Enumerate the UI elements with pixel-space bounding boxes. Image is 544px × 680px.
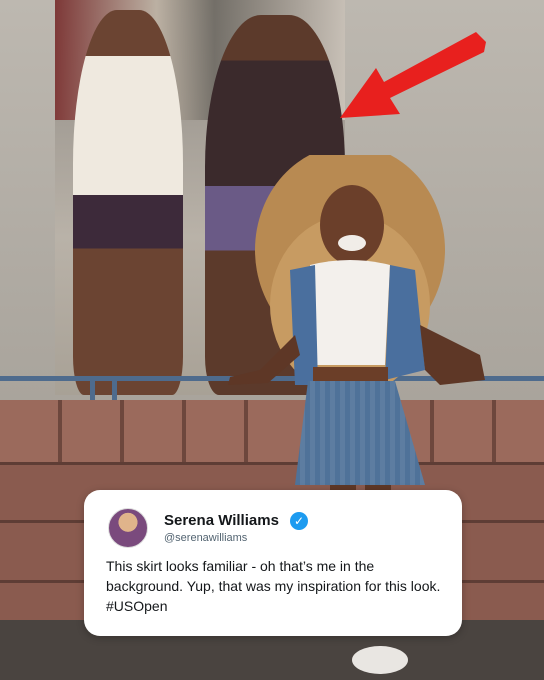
tweet-card[interactable]: Serena Williams ✓ @serenawilliams This s… bbox=[84, 490, 462, 636]
user-handle[interactable]: @serenawilliams bbox=[164, 532, 247, 544]
verified-badge-icon: ✓ bbox=[290, 512, 308, 530]
avatar[interactable] bbox=[108, 508, 148, 548]
poster-player-left bbox=[73, 10, 183, 395]
display-name[interactable]: Serena Williams bbox=[164, 512, 279, 529]
red-arrow-pointer bbox=[340, 32, 486, 118]
tweet-text: This skirt looks familiar - oh that’s me… bbox=[106, 558, 441, 614]
